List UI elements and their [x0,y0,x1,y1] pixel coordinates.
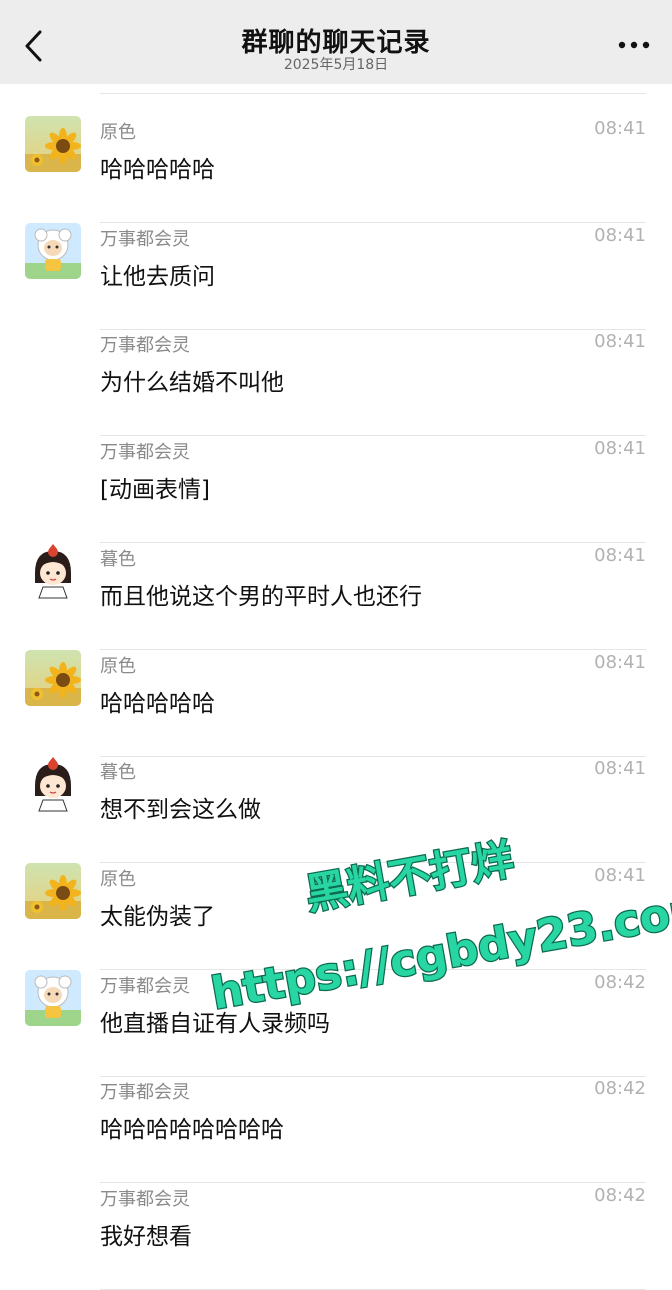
message-time: 08:42 [594,1185,646,1206]
message-time: 08:42 [594,1078,646,1100]
message-time: 08:41 [594,544,646,566]
sender-name: 暮色 [100,548,136,570]
message-text: 而且他说这个男的平时人也还行 [100,583,422,610]
chat-record-item[interactable]: 暮色 08:41 想不到会这么做 [0,756,672,864]
message-time: 08:42 [594,971,646,993]
sender-name: 万事都会灵 [100,975,190,997]
sender-name: 万事都会灵 [100,1082,190,1104]
message-time: 08:41 [594,331,646,353]
message-text: 哈哈哈哈哈 [100,157,215,183]
chat-record-item[interactable]: 万事都会灵 08:41 [动画表情] [0,436,672,544]
sender-name: 万事都会灵 [100,1189,190,1210]
chat-record-item[interactable]: 暮色 08:41 而且他说这个男的平时人也还行 [0,542,672,650]
message-time: 08:41 [594,864,646,886]
avatar[interactable] [25,756,81,813]
message-text: 他直播自证有人录频吗 [100,1010,330,1037]
chat-record-item[interactable]: 万事都会灵 08:41 为什么结婚不叫他 [0,329,672,437]
avatar[interactable] [25,649,81,706]
message-text: 想不到会这么做 [100,797,261,824]
message-text: 哈哈哈哈哈 [100,690,215,717]
chat-record-item[interactable]: 原色 08:41 哈哈哈哈哈 [0,649,672,757]
message-time: 08:41 [594,118,646,139]
message-text: 哈哈哈哈哈哈哈哈 [100,1117,284,1144]
sender-name: 原色 [100,655,136,677]
message-text: 我好想看 [100,1224,192,1250]
chat-record-item[interactable]: 万事都会灵 08:42 他直播自证有人录频吗 [0,969,672,1077]
message-time: 08:41 [594,224,646,246]
chat-record-item[interactable]: 万事都会灵 08:41 让他去质问 [0,222,672,330]
more-options-icon[interactable] [614,30,654,60]
avatar[interactable] [25,116,81,172]
sender-name: 原色 [100,122,136,143]
navigation-bar: 群聊的聊天记录 2025年5月18日 [0,0,672,84]
sender-name: 原色 [100,868,136,890]
message-time: 08:41 [594,758,646,780]
avatar[interactable] [25,222,81,279]
chat-record-item[interactable]: 原色 08:41 哈哈哈哈哈 [0,116,672,223]
divider [100,93,646,94]
message-time: 08:41 [594,651,646,673]
chat-record-item[interactable]: 原色 08:41 太能伪装了 [0,862,672,970]
sender-name: 万事都会灵 [100,442,190,464]
chat-record-item[interactable]: 万事都会灵 08:42 哈哈哈哈哈哈哈哈 [0,1076,672,1184]
message-text: 为什么结婚不叫他 [100,370,284,397]
avatar[interactable] [25,969,81,1026]
message-time: 08:41 [594,438,646,460]
avatar[interactable] [25,542,81,599]
avatar[interactable] [25,862,81,919]
message-text: [动画表情] [100,477,210,504]
chat-date: 2025年5月18日 [283,57,389,73]
message-text: 让他去质问 [100,263,215,290]
sender-name: 暮色 [100,762,136,784]
sender-name: 万事都会灵 [100,228,190,250]
sender-name: 万事都会灵 [100,335,190,357]
message-text: 太能伪装了 [100,903,215,930]
chat-record-item[interactable]: 万事都会灵 08:42 我好想看 [0,1183,672,1290]
